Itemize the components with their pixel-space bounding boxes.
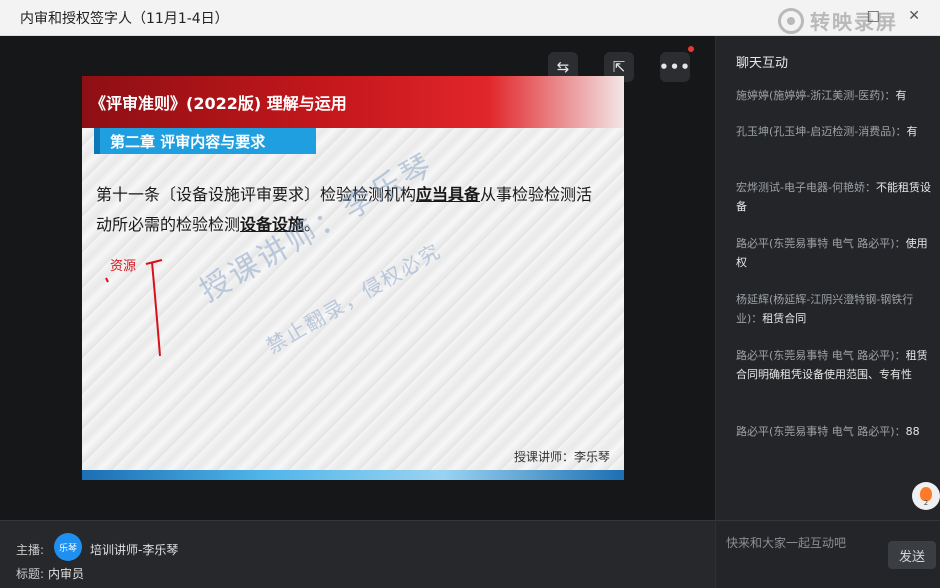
chat-text: 有 <box>906 125 918 138</box>
presentation-slide: 《评审准则》(2022版) 理解与运用 第二章 评审内容与要求 第十一条〔设备设… <box>82 76 624 480</box>
annotation-text: 资源 <box>110 259 136 274</box>
chat-message: 路必平(东莞易事特 电气 路必平)：使用权 <box>736 234 932 272</box>
chat-text: 有 <box>895 89 907 102</box>
lecturer-credit: 授课讲师：李乐琴 <box>513 450 610 464</box>
chat-title: 聊天互动 <box>736 56 789 71</box>
window-controls[interactable]: □ ✕ <box>867 8 932 24</box>
chat-message: 孔玉坤(孔玉坤-启迈检测-消费品)：有 <box>736 122 932 141</box>
chapter-title: 第二章 评审内容与要求 <box>110 133 266 151</box>
chat-message: 宏烨测试-电子电器-何艳娇：不能租赁设备 <box>736 178 932 216</box>
recorder-logo-icon <box>778 7 804 34</box>
slide-header-title: 《评审准则》(2022版) 理解与运用 <box>90 94 347 113</box>
notification-dot <box>688 46 694 52</box>
chat-input[interactable] <box>726 531 876 555</box>
switch-layout-icon: ⇆ <box>556 58 570 76</box>
chat-user: 宏烨测试-电子电器-何艳娇： <box>736 181 876 194</box>
popout-icon: ⇱ <box>612 58 626 76</box>
host-label: 主播: <box>16 543 45 557</box>
chat-user: 路必平(东莞易事特 电气 路必平)： <box>736 237 906 250</box>
topic-label: 标题: <box>16 567 45 581</box>
chat-text: 租赁合同 <box>762 312 807 325</box>
handwritten-annotation: 资源 <box>105 259 163 357</box>
chapter-banner: 第二章 评审内容与要求 <box>94 128 316 154</box>
annotation-hook <box>145 259 163 265</box>
chat-input-area: 发送 <box>716 520 940 588</box>
title-bar: 内审和授权签字人（11月1-4日） 转映录屏 □ ✕ <box>0 0 940 36</box>
chat-user: 孔玉坤(孔玉坤-启迈检测-消费品)： <box>736 125 907 138</box>
host-name: 培训讲师-李乐琴 <box>90 543 179 557</box>
chat-user: 路必平(东莞易事特 电气 路必平)： <box>736 425 906 438</box>
more-options-button[interactable]: ••• <box>659 52 691 82</box>
topic-value: 内审员 <box>48 567 85 581</box>
annotation-dot <box>105 277 109 283</box>
more-icon: ••• <box>659 58 691 76</box>
chat-message: 路必平(东莞易事特 电气 路必平)：租赁合同明确租凭设备使用范围、专有性 <box>736 346 932 384</box>
chat-message: 杨延辉(杨延辉-江阴兴澄特钢-钢铁行业)：租赁合同 <box>736 290 932 328</box>
chat-message: 施婷婷(施婷婷-浙江美测-医药)：有 <box>736 86 932 105</box>
video-player[interactable]: ⇆ ⇱ ••• 《评审准则》(2022版) 理解与运用 第二章 评审内容与要求 … <box>0 36 715 520</box>
chat-user: 路必平(东莞易事特 电气 路必平)： <box>736 349 906 362</box>
chat-user: 施婷婷(施婷婷-浙江美测-医药)： <box>736 89 896 102</box>
chat-message: 路必平(东莞易事特 电气 路必平)：88 <box>736 422 932 441</box>
send-button[interactable]: 发送 <box>888 541 936 569</box>
slide-footer-bar <box>82 470 624 480</box>
like-count: 2 <box>923 499 929 507</box>
annotation-line <box>151 261 161 357</box>
slide-header: 《评审准则》(2022版) 理解与运用 <box>82 76 624 128</box>
chat-panel: 聊天互动 施婷婷(施婷婷-浙江美测-医药)：有 孔玉坤(孔玉坤-启迈检测-消费品… <box>715 36 940 588</box>
window-title: 内审和授权签字人（11月1-4日） <box>20 11 229 27</box>
host-avatar[interactable]: 乐琴 <box>54 533 82 561</box>
chat-text: 88 <box>905 425 920 438</box>
like-button[interactable]: 2 <box>912 482 940 510</box>
host-info-bar: 主播: 乐琴 培训讲师-李乐琴 标题: 内审员 <box>0 520 715 588</box>
body-emphasis-1: 应当具备 <box>416 185 481 204</box>
